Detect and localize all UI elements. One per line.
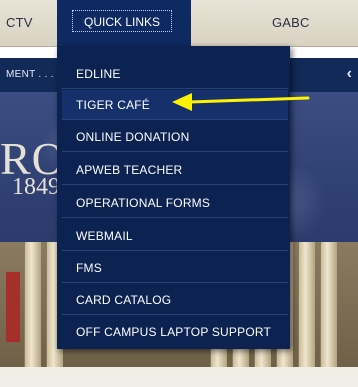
chevron-left-icon[interactable]: ‹ (347, 65, 352, 83)
nav-item-ctv[interactable]: CTV (6, 15, 33, 30)
page-footer-strip (0, 367, 358, 387)
menu-item-tiger-cafe[interactable]: TIGER CAFÉ (62, 90, 288, 120)
menu-item-operational-forms[interactable]: OPERATIONAL FORMS (62, 188, 288, 218)
hero-year: 1849 (12, 174, 60, 200)
menu-item-off-campus-laptop-support[interactable]: OFF CAMPUS LAPTOP SUPPORT (62, 317, 288, 347)
menu-item-apweb-teacher[interactable]: APWEB TEACHER (62, 155, 288, 185)
menu-item-fms[interactable]: FMS (62, 253, 288, 283)
quick-links-dropdown: EDLINE TIGER CAFÉ ONLINE DONATION APWEB … (57, 46, 290, 349)
menu-item-edline[interactable]: EDLINE (62, 59, 288, 89)
column (298, 242, 315, 367)
nav-item-gabc[interactable]: GABC (272, 15, 310, 30)
menu-item-card-catalog[interactable]: CARD CATALOG (62, 285, 288, 315)
quick-links-label[interactable]: QUICK LINKS (72, 10, 172, 32)
column (320, 242, 337, 367)
menu-item-online-donation[interactable]: ONLINE DONATION (62, 122, 288, 152)
hero-red-banner (6, 272, 20, 342)
top-nav-bar: CTV QUICK LINKS GABC (0, 0, 358, 47)
quick-links-menu[interactable]: QUICK LINKS (57, 0, 191, 46)
secondary-nav-item[interactable]: MENT . . . (6, 69, 54, 80)
column (24, 242, 41, 367)
menu-item-webmail[interactable]: WEBMAIL (62, 221, 288, 251)
